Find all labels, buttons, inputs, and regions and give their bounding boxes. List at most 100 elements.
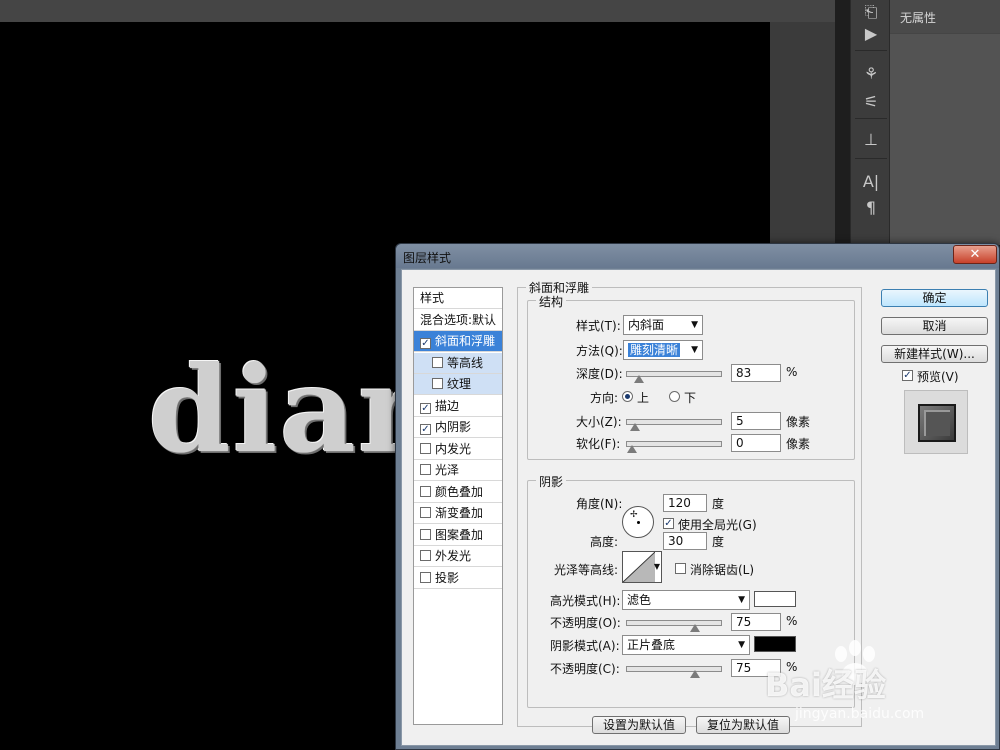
style-list-item[interactable]: 图案叠加 xyxy=(414,525,502,546)
style-checkbox[interactable] xyxy=(420,571,431,583)
anti-aliased-checkbox[interactable] xyxy=(675,563,686,574)
size-slider-thumb[interactable] xyxy=(630,423,641,431)
direction-down-label: 下 xyxy=(684,391,697,405)
style-item-label: 内阴影 xyxy=(435,420,472,434)
depth-slider[interactable] xyxy=(626,371,722,383)
style-list-item[interactable]: 颜色叠加 xyxy=(414,482,502,503)
preview-checkbox[interactable]: ✓ xyxy=(902,370,913,381)
clone-source-icon[interactable]: ⊥ xyxy=(857,128,885,152)
style-list-item[interactable]: ✓ 描边 xyxy=(414,396,502,417)
style-list-item[interactable]: ✓ 内阴影 xyxy=(414,417,502,438)
style-checkbox[interactable] xyxy=(420,485,431,497)
angle-dial[interactable]: ✢ xyxy=(622,506,654,538)
size-unit: 像素 xyxy=(786,415,811,429)
direction-up-radio[interactable] xyxy=(622,391,633,402)
watermark-url: jingyan.baidu.com xyxy=(795,706,925,722)
properties-panel: 无属性 xyxy=(890,0,1000,245)
contour-curve-icon xyxy=(623,552,656,582)
style-list-item[interactable]: 光泽 xyxy=(414,460,502,481)
depth-slider-thumb[interactable] xyxy=(633,375,644,383)
global-light-label: 使用全局光(G) xyxy=(678,518,757,532)
angle-unit: 度 xyxy=(712,497,725,511)
direction-label: 方向: xyxy=(590,391,619,405)
size-slider[interactable] xyxy=(626,419,722,431)
style-list-item[interactable]: 外发光 xyxy=(414,546,502,567)
depth-label: 深度(D): xyxy=(576,367,623,381)
preview-label: 预览(V) xyxy=(917,370,959,384)
dialog-titlebar[interactable]: 图层样式 ✕ xyxy=(396,244,999,268)
direction-down-radio[interactable] xyxy=(669,391,680,402)
style-list-item[interactable]: 投影 xyxy=(414,568,502,589)
structure-group: 结构 样式(T): 内斜面 ▼ 方法(Q): 雕刻清晰 ▼ 深度(D): 83 % … xyxy=(527,293,855,460)
technique-value: 雕刻清晰 xyxy=(628,343,681,357)
play-action-icon[interactable]: ▶ xyxy=(857,22,885,46)
history-icon[interactable]: ⎗ xyxy=(857,0,885,24)
style-list-item[interactable]: 等高线 xyxy=(414,352,502,374)
tool-divider xyxy=(855,158,887,159)
highlight-opacity-input[interactable]: 75 xyxy=(731,613,781,631)
tool-divider xyxy=(855,118,887,119)
style-list-item[interactable]: 渐变叠加 xyxy=(414,503,502,524)
direction-up-label: 上 xyxy=(637,391,650,405)
style-preview xyxy=(904,390,968,454)
ok-button[interactable]: 确定 xyxy=(881,289,988,307)
gloss-contour-picker[interactable]: ▼ xyxy=(622,551,662,583)
styles-list: 样式 混合选项:默认 ✓ 斜面和浮雕 等高线 纹理 ✓ 描边 ✓ 内阴影 内发光 光泽 颜色叠加 渐变叠加… xyxy=(413,287,503,725)
style-list-item[interactable]: ✓ 斜面和浮雕 xyxy=(414,331,502,352)
style-label: 样式(T): xyxy=(576,319,621,333)
dropdown-arrow-icon: ▼ xyxy=(691,345,698,355)
styles-list-header[interactable]: 样式 xyxy=(414,288,502,309)
brush-presets-icon[interactable]: ⚘ xyxy=(857,62,885,86)
technique-dropdown[interactable]: 雕刻清晰 ▼ xyxy=(623,340,703,360)
shadow-mode-value: 正片叠底 xyxy=(627,638,676,652)
highlight-opacity-slider[interactable] xyxy=(626,620,722,632)
close-button[interactable]: ✕ xyxy=(953,245,997,264)
style-checkbox[interactable] xyxy=(420,442,431,454)
angle-input[interactable]: 120 xyxy=(663,494,707,512)
style-list-item[interactable]: 纹理 xyxy=(414,374,502,395)
highlight-mode-dropdown[interactable]: 滤色 ▼ xyxy=(622,590,750,610)
highlight-opacity-thumb[interactable] xyxy=(690,624,700,632)
character-panel-icon[interactable]: A| xyxy=(857,170,885,194)
tool-divider xyxy=(855,50,887,51)
style-checkbox[interactable]: ✓ xyxy=(420,338,431,349)
soften-slider-thumb[interactable] xyxy=(627,445,637,453)
soften-slider[interactable] xyxy=(626,441,722,453)
cancel-button[interactable]: 取消 xyxy=(881,317,988,335)
shadow-mode-dropdown[interactable]: 正片叠底 ▼ xyxy=(622,635,750,655)
style-checkbox[interactable] xyxy=(432,356,443,368)
dropdown-arrow-icon: ▼ xyxy=(738,595,745,605)
style-item-label: 图案叠加 xyxy=(435,527,484,542)
make-default-button[interactable]: 设置为默认值 xyxy=(592,716,686,734)
shadow-opacity-slider[interactable] xyxy=(626,666,722,678)
highlight-opacity-label: 不透明度(O): xyxy=(550,616,621,630)
depth-input[interactable]: 83 xyxy=(731,364,781,382)
soften-input[interactable]: 0 xyxy=(731,434,781,452)
soften-unit: 像素 xyxy=(786,437,811,451)
shadow-mode-label: 阴影模式(A): xyxy=(550,639,620,653)
style-checkbox[interactable] xyxy=(420,550,431,561)
style-item-label: 颜色叠加 xyxy=(435,484,484,499)
style-checkbox[interactable] xyxy=(432,378,443,389)
styles-list-header[interactable]: 混合选项:默认 xyxy=(414,310,502,331)
size-input[interactable]: 5 xyxy=(731,412,781,430)
shadow-opacity-label: 不透明度(C): xyxy=(550,662,620,676)
style-checkbox[interactable] xyxy=(420,464,431,475)
preview-swatch xyxy=(918,404,956,442)
style-checkbox[interactable] xyxy=(420,507,431,518)
highlight-color-swatch[interactable] xyxy=(754,591,796,607)
new-style-button[interactable]: 新建样式(W)... xyxy=(881,345,988,363)
style-list-item[interactable]: 内发光 xyxy=(414,439,502,460)
brush-settings-icon[interactable]: ⚟ xyxy=(857,90,885,114)
altitude-input[interactable]: 30 xyxy=(663,532,707,550)
size-label: 大小(Z): xyxy=(576,415,622,429)
style-checkbox[interactable] xyxy=(420,528,431,540)
shadow-opacity-thumb[interactable] xyxy=(690,670,700,678)
paragraph-panel-icon[interactable]: ¶ xyxy=(857,196,885,220)
global-light-checkbox[interactable]: ✓ xyxy=(663,518,674,529)
highlight-opacity-unit: % xyxy=(786,614,798,628)
style-item-label: 斜面和浮雕 xyxy=(435,334,496,348)
style-dropdown[interactable]: 内斜面 ▼ xyxy=(623,315,703,335)
style-checkbox[interactable]: ✓ xyxy=(420,424,431,435)
style-checkbox[interactable]: ✓ xyxy=(420,402,431,414)
